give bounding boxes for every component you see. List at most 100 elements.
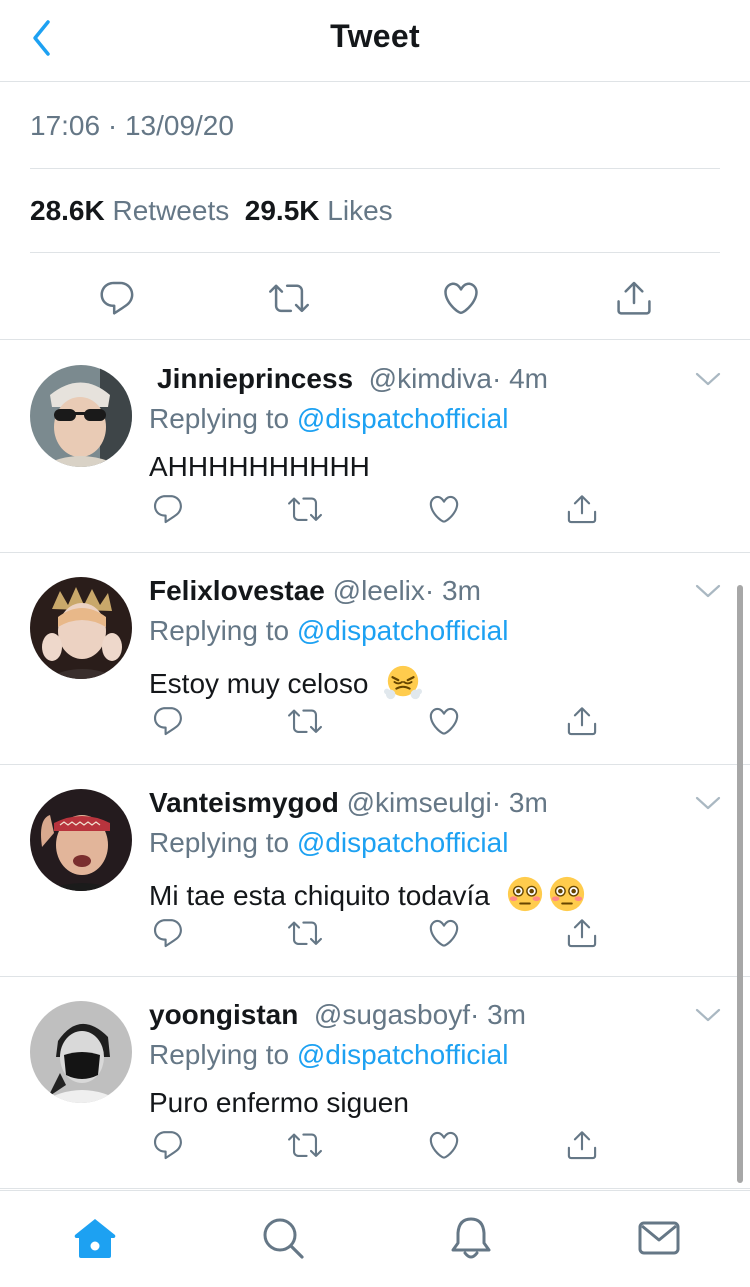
reply-tweet[interactable]: Jinnieprincess @kimdiva· 4m Replying to … [0,341,750,553]
divider [30,168,720,169]
heart-icon [427,492,461,526]
heart-icon [427,704,461,738]
mention-link[interactable]: @dispatchofficial [297,615,509,646]
relative-time: · 3m [469,999,526,1030]
like-button[interactable] [426,1127,462,1163]
page-title: Tweet [330,18,420,54]
retweets-stat[interactable]: 28.6K Retweets [30,195,229,226]
tweet-action-bar [0,256,750,340]
display-name[interactable]: Jinnieprincess [157,363,353,394]
user-avatar-photo [30,1001,132,1103]
retweet-icon [288,492,322,526]
reply-button[interactable] [150,491,186,527]
reply-icon [151,916,185,950]
user-handle[interactable]: @kimseulgi [347,787,492,818]
user-handle[interactable]: @leelix [333,575,425,606]
retweet-button[interactable] [267,276,311,320]
reply-tweet[interactable]: Vanteismygod @kimseulgi· 3m Replying to … [0,765,750,977]
user-avatar-photo [30,577,132,679]
reply-text: Puro enfermo siguen [149,1087,409,1118]
retweet-button[interactable] [287,491,323,527]
top-bar: Tweet [0,0,750,82]
reply-header: Jinnieprincess @kimdiva· 4m [157,363,548,395]
share-icon [565,704,599,738]
display-name[interactable]: yoongistan [149,999,298,1030]
heart-icon [427,916,461,950]
scrollbar[interactable] [737,585,743,1183]
reply-button[interactable] [150,703,186,739]
share-button[interactable] [564,915,600,951]
like-button[interactable] [426,703,462,739]
avatar[interactable] [30,365,132,467]
like-button[interactable] [439,276,483,320]
chevron-down-icon[interactable] [694,369,722,389]
replying-label: Replying to [149,403,290,434]
reply-icon [151,1128,185,1162]
replying-label: Replying to [149,827,290,858]
reply-header: Felixlovestae @leelix· 3m [149,575,481,607]
reply-text: Estoy muy celoso [149,668,369,699]
reply-header: Vanteismygod @kimseulgi· 3m [149,787,548,819]
notifications-icon [451,1217,491,1259]
reply-header: yoongistan @sugasboyf· 3m [149,999,526,1031]
steam-from-nose-emoji-icon [384,663,422,701]
likes-count: 29.5K [244,195,320,226]
reply-text-container: Mi tae esta chiquito todavía [149,875,586,913]
avatar[interactable] [30,1001,132,1103]
home-icon [74,1219,116,1258]
mention-link[interactable]: @dispatchofficial [297,827,509,858]
share-button[interactable] [612,276,656,320]
share-button[interactable] [564,703,600,739]
share-icon [565,916,599,950]
relative-time: · 4m [492,363,548,394]
replying-to: Replying to @dispatchofficial [149,1039,508,1071]
likes-stat[interactable]: 29.5K Likes [245,195,393,226]
like-button[interactable] [426,491,462,527]
likes-label: Likes [327,195,393,226]
reply-text: Mi tae esta chiquito todavía [149,880,490,911]
share-icon [565,492,599,526]
avatar[interactable] [30,577,132,679]
display-name[interactable]: Felixlovestae [149,575,325,606]
mention-link[interactable]: @dispatchofficial [297,403,509,434]
retweet-button[interactable] [287,1127,323,1163]
tab-search[interactable] [258,1213,308,1263]
retweet-button[interactable] [287,703,323,739]
retweets-label: Retweets [112,195,230,226]
reply-icon [97,278,137,318]
share-button[interactable] [564,491,600,527]
retweet-icon [269,278,309,318]
tab-notifications[interactable] [446,1213,496,1263]
chevron-down-icon[interactable] [694,581,722,601]
reply-icon [151,492,185,526]
retweet-button[interactable] [287,915,323,951]
display-name[interactable]: Vanteismygod [149,787,339,818]
tab-messages[interactable] [634,1213,684,1263]
share-button[interactable] [564,1127,600,1163]
flushed-face-emoji-icon [548,875,586,913]
avatar[interactable] [30,789,132,891]
replying-label: Replying to [149,1039,290,1070]
user-handle[interactable]: @sugasboyf [314,999,470,1030]
like-button[interactable] [426,915,462,951]
replying-label: Replying to [149,615,290,646]
chevron-down-icon[interactable] [694,793,722,813]
chevron-down-icon[interactable] [694,1005,722,1025]
retweet-icon [288,1128,322,1162]
replying-to: Replying to @dispatchofficial [149,615,508,647]
retweets-count: 28.6K [30,195,105,226]
tab-home[interactable] [70,1213,120,1263]
flushed-face-emoji-icon [506,875,544,913]
mention-link[interactable]: @dispatchofficial [297,1039,509,1070]
divider [30,252,720,253]
reply-button[interactable] [95,276,139,320]
reply-button[interactable] [150,915,186,951]
user-handle[interactable]: @kimdiva [369,363,492,394]
reply-button[interactable] [150,1127,186,1163]
reply-tweet[interactable]: Felixlovestae @leelix· 3m Replying to @d… [0,553,750,765]
retweet-icon [288,916,322,950]
reply-text-container: Estoy muy celoso [149,663,422,701]
replying-to: Replying to @dispatchofficial [149,827,508,859]
reply-tweet[interactable]: yoongistan @sugasboyf· 3m Replying to @d… [0,977,750,1189]
share-icon [565,1128,599,1162]
